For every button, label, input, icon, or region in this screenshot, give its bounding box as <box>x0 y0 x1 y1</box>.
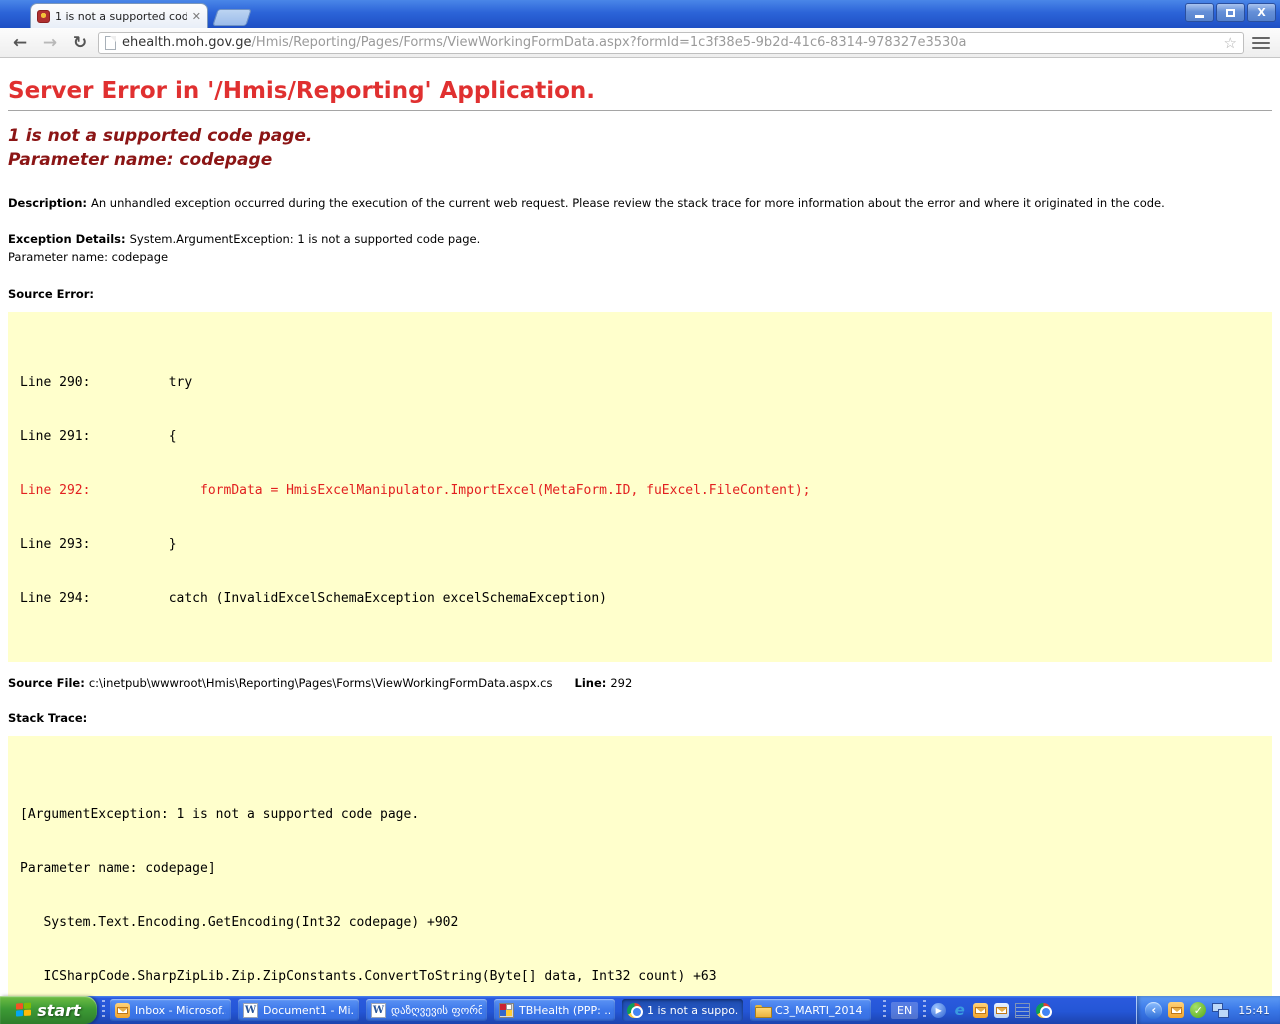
taskbar-separator <box>102 1000 105 1020</box>
taskbar-button-folder[interactable]: C3_MARTI_2014 <box>750 999 871 1021</box>
restore-icon <box>1226 9 1235 17</box>
reload-button[interactable]: ↻ <box>68 33 92 53</box>
url-domain: ehealth.moh.gov.ge <box>122 35 252 50</box>
stack-trace-label: Stack Trace: <box>8 710 1272 726</box>
tab-close-icon[interactable]: ✕ <box>192 10 201 23</box>
tbhealth-app-icon <box>499 1003 514 1018</box>
antivirus-check-icon[interactable]: ✓ <box>1190 1002 1206 1018</box>
page-title: Server Error in '/Hmis/Reporting' Applic… <box>8 78 1272 104</box>
error-subtitle: 1 is not a supported code page. Paramete… <box>8 125 1272 173</box>
taskbar-separator <box>923 1000 926 1020</box>
minimize-icon <box>1195 15 1204 18</box>
line-label: Line: <box>575 676 611 690</box>
description-label: Description: <box>8 196 91 210</box>
error-page: Server Error in '/Hmis/Reporting' Applic… <box>0 58 1280 996</box>
tray-collapse-chevron-icon[interactable]: ‹ <box>1145 1002 1162 1019</box>
outlook-express-icon[interactable] <box>994 1003 1009 1018</box>
outlook-reminder-icon[interactable] <box>1168 1002 1184 1018</box>
taskbar-button-word-georgian[interactable]: W დაზღვევის ფორმ... <box>366 999 487 1021</box>
stack-line: System.Text.Encoding.GetEncoding(Int32 c… <box>20 914 1260 932</box>
back-button[interactable]: ← <box>8 33 32 53</box>
stack-line: ICSharpCode.SharpZipLib.Zip.ZipConstants… <box>20 968 1260 986</box>
internet-explorer-icon[interactable]: e <box>952 1003 967 1018</box>
stack-line: [ArgumentException: 1 is not a supported… <box>20 806 1260 824</box>
start-button-label: start <box>37 1001 81 1020</box>
address-bar[interactable]: ehealth.moh.gov.ge/Hmis/Reporting/Pages/… <box>98 32 1244 54</box>
chrome-icon <box>627 1003 642 1018</box>
exception-details-line2: Parameter name: codepage <box>8 250 1272 264</box>
outlook-icon[interactable] <box>973 1003 988 1018</box>
restore-button[interactable] <box>1216 3 1245 22</box>
source-file-line: Source File: c:\inetpub\wwwroot\Hmis\Rep… <box>8 676 1272 690</box>
network-icon[interactable] <box>1212 1002 1228 1018</box>
taskbar-button-chrome-active[interactable]: 1 is not a suppo... <box>622 999 743 1021</box>
outlook-icon <box>115 1003 130 1018</box>
description: Description: An unhandled exception occu… <box>8 195 1272 211</box>
page-icon <box>105 36 116 50</box>
url-text[interactable]: ehealth.moh.gov.ge/Hmis/Reporting/Pages/… <box>122 35 1218 50</box>
taskbar-button-inbox[interactable]: Inbox - Microsof... <box>110 999 231 1021</box>
error-subtitle-line1: 1 is not a supported code page. <box>8 125 1272 149</box>
taskbar-button-document1[interactable]: W Document1 - Mi... <box>238 999 359 1021</box>
browser-toolbar: ← → ↻ ehealth.moh.gov.ge/Hmis/Reporting/… <box>0 28 1280 58</box>
notepad-icon[interactable] <box>1015 1003 1030 1018</box>
chrome-icon[interactable] <box>1036 1003 1051 1018</box>
bookmark-star-icon[interactable]: ☆ <box>1224 34 1237 52</box>
exception-details: Exception Details: System.ArgumentExcept… <box>8 231 1272 247</box>
source-error-block: Line 290: try Line 291: { Line 292: form… <box>8 312 1272 662</box>
line-number: 292 <box>610 676 632 690</box>
exception-details-label: Exception Details: <box>8 232 130 246</box>
source-file-path: c:\inetpub\wwwroot\Hmis\Reporting\Pages\… <box>89 676 553 690</box>
stack-line: Parameter name: codepage] <box>20 860 1260 878</box>
url-path: /Hmis/Reporting/Pages/Forms/ViewWorkingF… <box>252 35 967 50</box>
word-icon: W <box>243 1003 258 1018</box>
taskbar-clock[interactable]: 15:41 <box>1238 1004 1270 1017</box>
forward-button[interactable]: → <box>38 33 62 53</box>
close-button[interactable]: X <box>1247 3 1276 22</box>
source-line-highlighted: Line 292: formData = HmisExcelManipulato… <box>20 482 1260 500</box>
taskbar: start Inbox - Microsof... W Document1 - … <box>0 996 1280 1024</box>
source-line: Line 290: try <box>20 374 1260 392</box>
source-file-label: Source File: <box>8 676 89 690</box>
tab-title: 1 is not a supported code pa <box>55 10 187 23</box>
quick-launch-bar: ▶ e <box>931 1003 1051 1018</box>
windows-logo-icon <box>16 1002 32 1017</box>
description-text: An unhandled exception occurred during t… <box>91 196 1165 210</box>
source-error-label: Source Error: <box>8 286 1272 302</box>
source-line: Line 294: catch (InvalidExcelSchemaExcep… <box>20 590 1260 608</box>
word-icon: W <box>371 1003 386 1018</box>
error-subtitle-line2: Parameter name: codepage <box>8 149 1272 173</box>
browser-tab[interactable]: 1 is not a supported code pa ✕ <box>30 3 208 28</box>
source-line: Line 293: } <box>20 536 1260 554</box>
minimize-button[interactable] <box>1185 3 1214 22</box>
stack-trace-block: [ArgumentException: 1 is not a supported… <box>8 736 1272 996</box>
menu-button[interactable] <box>1250 35 1272 51</box>
window-titlebar: 1 is not a supported code pa ✕ X <box>0 0 1280 28</box>
folder-icon <box>755 1003 770 1018</box>
divider <box>8 110 1272 111</box>
exception-details-text: System.ArgumentException: 1 is not a sup… <box>130 232 481 246</box>
system-tray: ‹ ✓ 15:41 <box>1136 996 1280 1024</box>
taskbar-separator <box>883 1000 886 1020</box>
start-button[interactable]: start <box>0 996 97 1024</box>
source-line: Line 291: { <box>20 428 1260 446</box>
site-favicon-icon <box>37 10 50 23</box>
language-indicator[interactable]: EN <box>891 1002 918 1019</box>
new-tab-button[interactable] <box>212 9 252 26</box>
windows-media-player-icon[interactable]: ▶ <box>931 1003 946 1018</box>
taskbar-button-tbhealth[interactable]: TBHealth (PPP: ... <box>494 999 615 1021</box>
